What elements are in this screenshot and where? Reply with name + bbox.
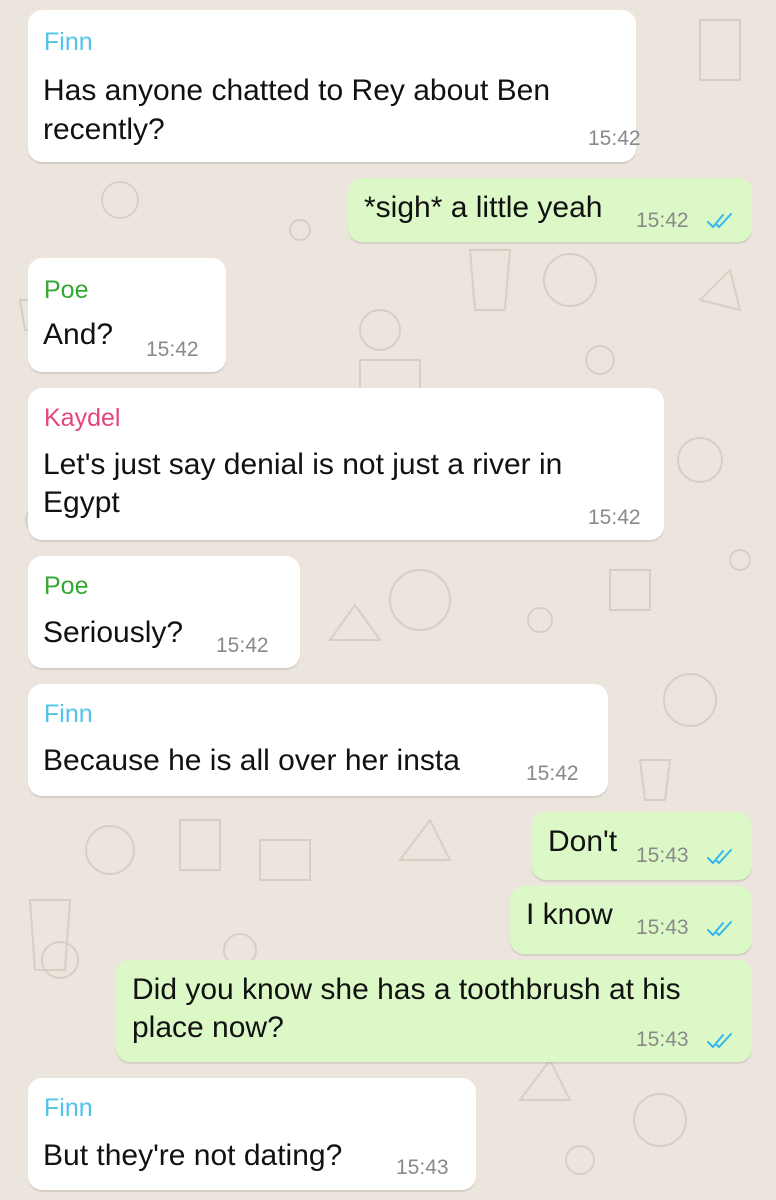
message-text: Egypt	[43, 486, 120, 519]
message-text: But they're not dating?	[43, 1139, 343, 1172]
sender-name[interactable]: Finn	[44, 700, 93, 729]
sender-name[interactable]: Poe	[44, 572, 88, 601]
double-check-read-icon	[707, 921, 732, 936]
message-timestamp: 15:43	[636, 1028, 689, 1051]
double-check-read-icon	[707, 849, 732, 864]
message-timestamp: 15:43	[396, 1156, 449, 1179]
message-timestamp: 15:42	[588, 506, 641, 529]
message-timestamp: 15:42	[526, 762, 579, 785]
sender-name[interactable]: Finn	[44, 1094, 93, 1123]
message-timestamp: 15:42	[216, 634, 269, 657]
message-text: Did you know she has a toothbrush at his	[132, 973, 681, 1006]
message-text: Because he is all over her insta	[43, 744, 460, 777]
message-text: Let's just say denial is not just a rive…	[43, 448, 563, 481]
message-text: place now?	[132, 1011, 284, 1044]
message-text: Has anyone chatted to Rey about Ben	[43, 74, 551, 107]
message-timestamp: 15:43	[636, 844, 689, 867]
message-text: *sigh* a little yeah	[364, 191, 603, 224]
message-text: And?	[43, 318, 114, 351]
message-text: Seriously?	[43, 616, 184, 649]
double-check-read-icon	[707, 1033, 732, 1048]
sender-name[interactable]: Finn	[44, 28, 93, 57]
message-timestamp: 15:42	[588, 127, 641, 150]
message-text: I know	[526, 898, 613, 931]
sender-name[interactable]: Poe	[44, 276, 88, 305]
message-timestamp: 15:43	[636, 916, 689, 939]
message-text: recently?	[43, 113, 165, 146]
message-timestamp: 15:42	[636, 209, 689, 232]
sender-name[interactable]: Kaydel	[44, 404, 120, 433]
double-check-read-icon	[707, 213, 732, 228]
message-text: Don't	[548, 825, 618, 858]
message-timestamp: 15:42	[146, 338, 199, 361]
